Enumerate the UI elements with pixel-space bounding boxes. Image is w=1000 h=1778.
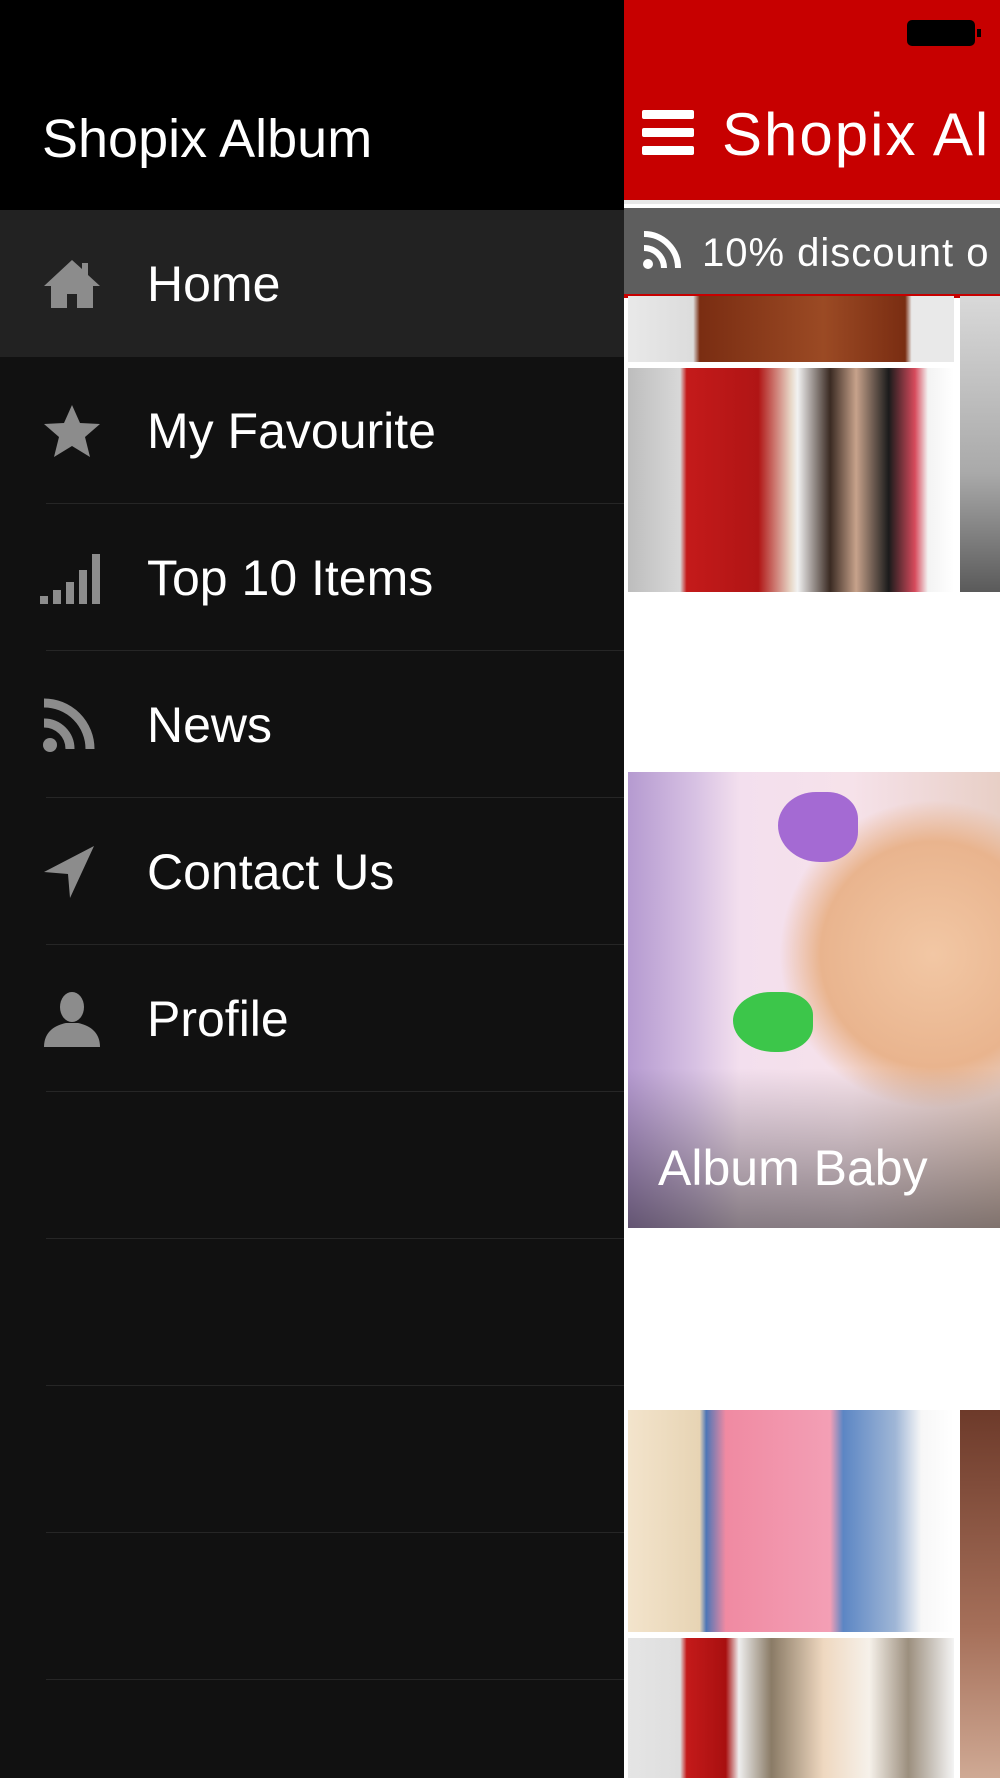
menu-item-label: Top 10 Items [147,550,434,606]
album-caption: Album Baby [658,1140,928,1196]
album-thumbnail[interactable] [628,296,954,362]
rss-icon [40,695,104,755]
user-icon [40,989,104,1049]
album-thumbnail-communion[interactable] [628,1638,954,1778]
signal-bars-icon [40,548,104,608]
location-arrow-icon [40,842,104,902]
divider [46,1679,624,1680]
drawer-header: Shopix Album [0,0,624,210]
menu-item-label: Home [147,256,281,312]
menu-item-my-favourite[interactable]: My Favourite [0,357,624,504]
fish-illustration [778,792,858,862]
menu-item-top-10-items[interactable]: Top 10 Items [0,504,624,651]
app-bar: Shopix Al [624,0,1000,204]
hamburger-menu-icon[interactable] [642,110,694,156]
main-app-panel: Shopix Al 10% discount o Album Baby [624,0,1000,1778]
menu-item-label: Profile [147,991,289,1047]
album-thumbnail[interactable] [960,1410,1000,1778]
battery-icon [907,20,981,46]
album-thumbnail[interactable] [960,296,1000,592]
fish-illustration [733,992,813,1052]
menu-item-label: My Favourite [147,403,436,459]
menu-item-home[interactable]: Home [0,210,624,357]
menu-item-label: News [147,697,273,753]
drawer-title: Shopix Album [42,109,373,169]
empty-menu-row [0,1386,624,1533]
drawer-menu: Home My Favourite Top 10 Items News Cont… [0,210,624,1680]
album-thumbnail-kids[interactable] [628,1410,954,1632]
empty-menu-row [0,1239,624,1386]
rss-icon [643,231,681,269]
home-icon [40,254,104,314]
empty-menu-row [0,1092,624,1239]
menu-item-profile[interactable]: Profile [0,945,624,1092]
ticker-text: 10% discount o [702,231,990,275]
album-thumbnail-wedding[interactable] [628,368,954,592]
star-icon [40,401,104,461]
app-bar-title: Shopix Al [722,101,991,168]
navigation-drawer: Shopix Album Home My Favourite Top 10 It… [0,0,624,1778]
news-ticker[interactable]: 10% discount o [624,208,1000,298]
menu-item-label: Contact Us [147,844,395,900]
menu-item-contact-us[interactable]: Contact Us [0,798,624,945]
menu-item-news[interactable]: News [0,651,624,798]
empty-menu-row [0,1533,624,1680]
